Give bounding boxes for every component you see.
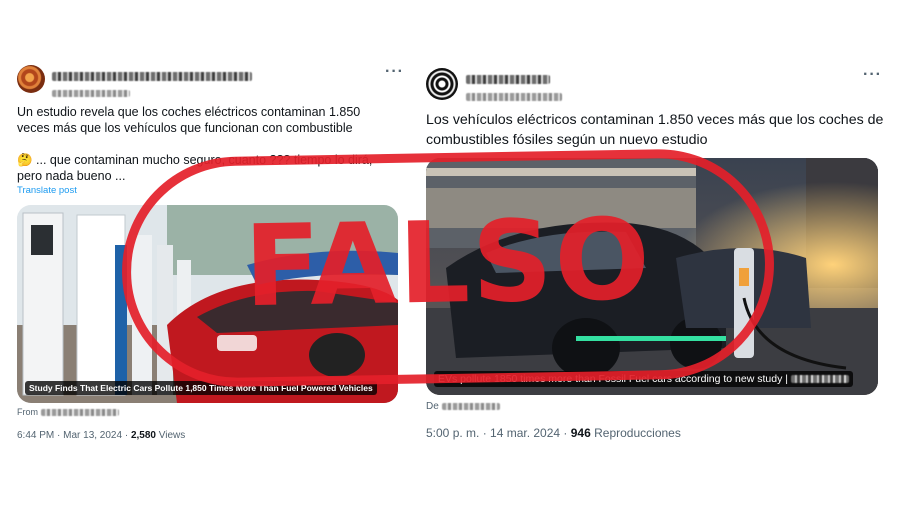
from-label: From bbox=[17, 407, 38, 417]
link-source[interactable]: From bbox=[17, 407, 119, 417]
more-options-icon[interactable]: ··· bbox=[385, 63, 404, 81]
caption-source-blurred bbox=[790, 375, 849, 384]
timestamp-link[interactable]: 5:00 p. m. · 14 mar. 2024 · bbox=[426, 426, 571, 440]
source-domain-blurred bbox=[40, 409, 119, 417]
avatar[interactable] bbox=[426, 68, 458, 100]
avatar[interactable] bbox=[17, 65, 45, 93]
timestamp-link[interactable]: 6:44 PM · Mar 13, 2024 · bbox=[17, 430, 131, 441]
views-label: Reproducciones bbox=[590, 426, 681, 440]
views-label: Views bbox=[155, 430, 186, 441]
post-left: ··· Un estudio revela que los coches elé… bbox=[0, 0, 410, 507]
link-card-image[interactable]: Study Finds That Electric Cars Pollute 1… bbox=[17, 205, 398, 403]
views-count: 2,580 bbox=[130, 430, 156, 441]
link-card-image[interactable]: EVs pollute 1850 times more than Fossil … bbox=[426, 158, 878, 395]
link-card-caption: EVs pollute 1850 times more than Fossil … bbox=[434, 371, 853, 387]
charging-station-photo bbox=[17, 205, 398, 403]
post-metadata: 5:00 p. m. · 14 mar. 2024 · 946 Reproduc… bbox=[426, 426, 681, 440]
link-source[interactable]: De bbox=[426, 401, 500, 412]
translate-post-link[interactable]: Translate post bbox=[17, 185, 77, 196]
post-text: Un estudio revela que los coches eléctri… bbox=[17, 105, 361, 135]
post-text: Los vehículos eléctricos contaminan 1.85… bbox=[426, 112, 884, 148]
author-handle-blurred[interactable] bbox=[466, 88, 562, 106]
post-text-secondary: 🤔 ... que contaminan mucho seguro, cuant… bbox=[17, 153, 373, 183]
author-handle-blurred[interactable] bbox=[52, 84, 130, 102]
source-domain-blurred bbox=[441, 402, 500, 410]
post-metadata: 6:44 PM · Mar 13, 2024 · 2,580 Views bbox=[17, 430, 185, 441]
electric-car-photo bbox=[426, 158, 878, 395]
link-card-caption: Study Finds That Electric Cars Pollute 1… bbox=[25, 381, 377, 395]
post-right: ··· Los vehículos eléctricos contaminan … bbox=[410, 0, 900, 507]
more-options-icon[interactable]: ··· bbox=[863, 66, 882, 84]
from-label: De bbox=[426, 401, 439, 412]
author-name-blurred[interactable] bbox=[466, 71, 550, 89]
views-count: 946 bbox=[570, 426, 591, 440]
